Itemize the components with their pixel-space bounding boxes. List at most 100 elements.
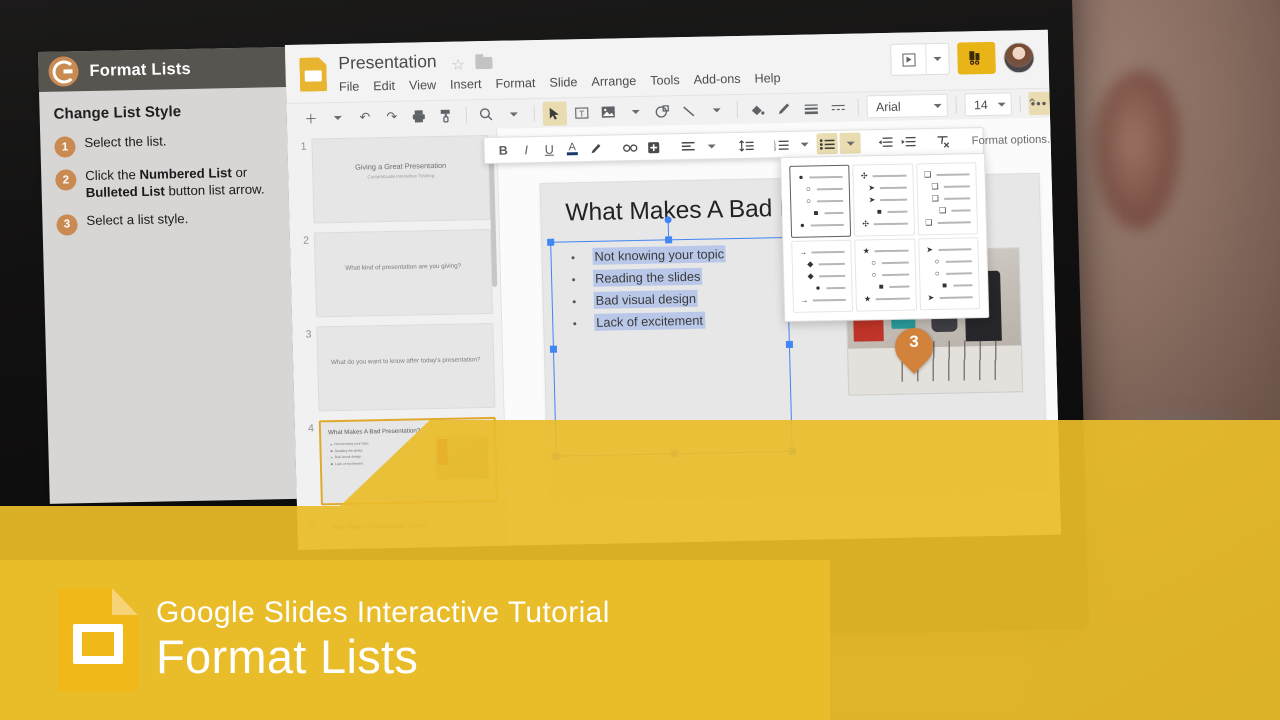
bullet-style-chevron-circle-square[interactable]: ➤ ○ ○ ■ ➤	[917, 237, 981, 311]
resize-handle-sw[interactable]	[552, 452, 560, 460]
menu-item-arrange[interactable]: Arrange	[591, 74, 636, 89]
shape-tool-button[interactable]	[650, 99, 675, 123]
collapse-toolbar-chevron-up-icon[interactable]: ⌃	[1027, 95, 1038, 111]
menu-item-help[interactable]: Help	[754, 71, 780, 86]
new-slide-button[interactable]: ＋	[299, 106, 324, 130]
numbered-list-button[interactable]: 123	[770, 134, 792, 155]
bullet-style-square-outline[interactable]: ❑ ❑ ❑ ❑ ❑	[915, 162, 979, 236]
paint-format-button[interactable]	[433, 103, 458, 127]
numbered-list-chevron-down-icon[interactable]	[793, 133, 815, 154]
resize-handle-n[interactable]	[665, 236, 673, 244]
present-icon[interactable]	[891, 44, 926, 75]
menu-item-edit[interactable]: Edit	[373, 79, 395, 93]
resize-handle-w[interactable]	[549, 345, 558, 353]
zoom-chevron-down-icon[interactable]	[501, 102, 526, 126]
step-text: Select the list.	[84, 133, 167, 151]
bullet-preview-mark: ➤	[927, 293, 935, 303]
border-weight-button[interactable]	[799, 96, 824, 120]
thumbnail-row-3[interactable]: 3 What do you want to know after today's …	[292, 322, 503, 412]
underline-button[interactable]: U	[538, 139, 560, 160]
menu-item-add-ons[interactable]: Add-ons	[693, 72, 740, 87]
bullet-preview-line	[945, 272, 973, 275]
bullet-preview-line	[943, 197, 971, 200]
slide-title-text[interactable]: What Makes A Bad Pre	[565, 194, 818, 227]
folder-icon[interactable]	[475, 56, 493, 70]
undo-button[interactable]: ↶	[353, 105, 378, 129]
present-chevron-down-icon[interactable]	[925, 43, 949, 75]
slide-thumbnail-4[interactable]: What Makes A Bad Presentation? Not knowin…	[318, 416, 498, 506]
bullet-style-star-circle-square[interactable]: ★ ○ ○ ■ ★	[854, 238, 917, 312]
menu-item-insert[interactable]: Insert	[450, 77, 482, 92]
highlight-color-button[interactable]	[584, 138, 606, 159]
resize-handle-se[interactable]	[788, 447, 796, 456]
text-color-button[interactable]: A	[561, 138, 583, 159]
redo-button[interactable]: ↷	[379, 104, 404, 128]
border-dash-button[interactable]	[826, 95, 851, 119]
line-chevron-down-icon[interactable]	[704, 98, 729, 122]
zoom-button[interactable]	[474, 102, 499, 126]
bullet-preview-line	[951, 209, 971, 212]
menu-item-tools[interactable]: Tools	[650, 73, 680, 88]
textbox-tool-button[interactable]: T	[569, 100, 594, 124]
bulleted-list-button[interactable]	[816, 132, 838, 155]
text-selection-box[interactable]	[547, 222, 796, 460]
thumbnail-row-1[interactable]: 1 Giving a Great Presentation CustomGuide …	[287, 134, 498, 224]
comment-button[interactable]	[642, 136, 664, 157]
bullet-preview-mark: ■	[813, 208, 819, 218]
menu-item-view[interactable]: View	[409, 78, 436, 93]
bullet-preview-mark: ❑	[923, 170, 932, 180]
increase-indent-button[interactable]	[897, 131, 919, 152]
insert-link-button[interactable]	[619, 137, 641, 158]
thumbnail-number: 4	[307, 422, 315, 435]
format-options-label[interactable]: Format options...	[971, 133, 1056, 147]
font-size-select[interactable]: 14	[964, 92, 1012, 117]
slide-thumbnail-5[interactable]: What Makes A Presentation Good?	[321, 510, 501, 550]
bullet-preview-line	[953, 284, 973, 287]
line-spacing-button[interactable]	[735, 135, 757, 156]
fill-color-button[interactable]	[745, 97, 770, 121]
new-slide-chevron-down-icon[interactable]	[326, 105, 351, 129]
image-tool-button[interactable]	[596, 100, 621, 124]
print-button[interactable]	[406, 104, 431, 128]
document-title[interactable]: Presentation	[338, 51, 437, 74]
slide-filmstrip[interactable]: 1 Giving a Great Presentation CustomGuide …	[287, 128, 509, 550]
resize-handle-s[interactable]	[670, 450, 678, 458]
clear-formatting-button[interactable]	[932, 131, 954, 152]
menu-item-slide[interactable]: Slide	[549, 75, 577, 90]
bullet-style-arrow-diamond[interactable]: → ◆ ◆ ● →	[791, 239, 854, 313]
thumbnail-row-4[interactable]: 4 What Makes A Bad Presentation? Not knowi…	[295, 416, 506, 506]
slide-thumbnail-1[interactable]: Giving a Great Presentation CustomGuide I…	[311, 134, 491, 224]
menu-item-file[interactable]: File	[339, 80, 360, 94]
line-tool-button[interactable]	[677, 98, 702, 122]
bullet-preview-line	[819, 275, 846, 278]
border-color-button[interactable]	[772, 96, 797, 120]
align-chevron-down-icon[interactable]	[700, 135, 722, 156]
resize-handle-nw[interactable]	[547, 238, 555, 246]
bullet-preview-line	[889, 285, 910, 288]
decrease-indent-button[interactable]	[874, 132, 896, 153]
bullet-style-dropdown[interactable]: ● ○ ○ ■ ● ✣ ➤ ➤ ■ ✣ ❑ ❑ ❑ ❑ ❑ → ◆ ◆ ● → ★ ○ ○ ■ ★ ➤ ○ ○ ■ ➤	[780, 153, 990, 323]
select-tool-button[interactable]	[542, 100, 567, 126]
thumbnail-row-5[interactable]: 5 What Makes A Presentation Good?	[297, 510, 508, 550]
bullet-style-diamond-arrow-square[interactable]: ✣ ➤ ➤ ■ ✣	[852, 163, 915, 237]
font-family-select[interactable]: Arial	[866, 93, 949, 119]
bullet-preview-line	[880, 186, 907, 189]
star-icon[interactable]: ☆	[451, 55, 465, 73]
menu-item-format[interactable]: Format	[495, 76, 535, 91]
thumbnail-title: What do you want to know after today's p…	[330, 356, 481, 367]
thumbnail-row-2[interactable]: 2 What kind of presentation are you givin…	[290, 228, 501, 318]
italic-button[interactable]: I	[515, 139, 537, 160]
image-chevron-down-icon[interactable]	[623, 99, 648, 123]
bold-button[interactable]: B	[492, 139, 514, 160]
user-avatar[interactable]	[1003, 41, 1035, 74]
share-lock-icon[interactable]	[957, 41, 996, 75]
bullet-preview-row: ✣	[861, 219, 908, 229]
bullet-style-disc-circle-square[interactable]: ● ○ ○ ■ ●	[789, 164, 852, 238]
align-button[interactable]	[677, 136, 699, 157]
bullet-preview-row: ○	[926, 269, 973, 278]
resize-handle-e[interactable]	[785, 340, 794, 349]
slide-thumbnail-2[interactable]: What kind of presentation are you giving…	[313, 228, 494, 318]
bullet-preview-mark: ➤	[868, 183, 876, 193]
bulleted-list-chevron-down-icon[interactable]	[839, 132, 861, 154]
slide-thumbnail-3[interactable]: What do you want to know after today's p…	[316, 322, 496, 412]
